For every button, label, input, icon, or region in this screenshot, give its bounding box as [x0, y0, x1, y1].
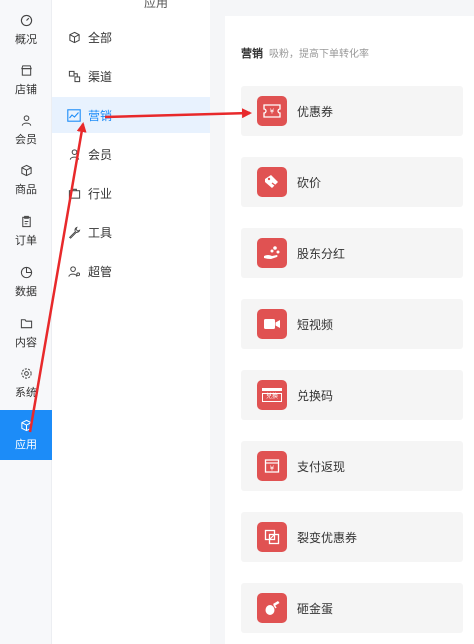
app-card-redeem-code[interactable]: 兑换 兑换码: [241, 370, 463, 420]
rail-item-label: 内容: [15, 337, 37, 349]
rail-item-overview[interactable]: 概况: [0, 5, 52, 55]
app-card-label: 股东分红: [297, 246, 346, 261]
app-card-shareholder-dividend[interactable]: 股东分红: [241, 228, 463, 278]
app-card-coupon[interactable]: ¥ 优惠券: [241, 86, 463, 136]
submenu-item-label: 会员: [88, 147, 113, 162]
app-card-golden-egg[interactable]: 砸金蛋: [241, 583, 463, 633]
rail-item-label: 系统: [15, 387, 37, 399]
store-icon: [19, 63, 33, 77]
submenu-item-label: 营销: [88, 108, 113, 123]
rail-item-products[interactable]: 商品: [0, 155, 52, 205]
redeem-code-badge: 兑换: [262, 393, 282, 402]
submenu-item-label: 行业: [88, 186, 113, 201]
submenu-item-industry[interactable]: 行业: [52, 175, 210, 211]
submenu-item-super-admin[interactable]: 超管: [52, 253, 210, 289]
submenu-title: 应用: [143, 0, 168, 10]
rail-item-label: 会员: [15, 134, 37, 146]
user-icon: [67, 147, 81, 161]
submenu-item-label: 渠道: [88, 69, 113, 84]
video-icon: [257, 309, 287, 339]
submenu-item-label: 超管: [88, 264, 113, 279]
rail-item-label: 应用: [15, 439, 37, 451]
app-card-payment-cashback[interactable]: ¥ 支付返现: [241, 441, 463, 491]
redeem-code-strip: [262, 388, 282, 391]
dashboard-icon: [19, 13, 33, 27]
golden-egg-icon: [257, 593, 287, 623]
rail-item-apps[interactable]: 应用: [0, 410, 52, 460]
cube-icon: [19, 418, 33, 432]
admin-icon: [67, 264, 81, 278]
briefcase-icon: [67, 186, 81, 200]
app-card-label: 优惠券: [297, 104, 334, 119]
svg-text:¥: ¥: [270, 108, 275, 116]
app-card-label: 兑换码: [297, 388, 334, 403]
submenu-item-label: 全部: [88, 30, 113, 45]
wrench-icon: [67, 225, 81, 239]
fission-coupon-icon: [257, 522, 287, 552]
submenu-item-member[interactable]: 会员: [52, 136, 210, 172]
submenu-item-label: 工具: [88, 225, 113, 240]
rail-item-label: 数据: [15, 286, 37, 298]
clipboard-icon: [19, 214, 33, 228]
primary-nav-rail: 概况 店铺 会员 商品 订单 数据 内容 系统 应用: [0, 0, 52, 644]
channel-icon: [67, 69, 81, 83]
submenu-item-tools[interactable]: 工具: [52, 214, 210, 250]
rail-item-orders[interactable]: 订单: [0, 206, 52, 256]
app-card-label: 短视频: [297, 317, 334, 332]
marketing-apps-panel: 营销 吸粉，提高下单转化率 ¥ 优惠券 砍价 股东分红 短视频 兑换 兑换码 ¥…: [225, 16, 474, 644]
coupon-icon: ¥: [257, 96, 287, 126]
section-header: 营销 吸粉，提高下单转化率: [241, 45, 369, 61]
app-card-label: 砸金蛋: [297, 601, 334, 616]
app-card-bargain[interactable]: 砍价: [241, 157, 463, 207]
app-card-fission-coupon[interactable]: 裂变优惠券: [241, 512, 463, 562]
rail-item-label: 店铺: [15, 84, 37, 96]
rail-item-content[interactable]: 内容: [0, 308, 52, 358]
app-card-label: 支付返现: [297, 459, 346, 474]
submenu-item-marketing[interactable]: 营销: [52, 97, 210, 133]
price-cut-icon: [257, 167, 287, 197]
rail-item-system[interactable]: 系统: [0, 358, 52, 408]
cashback-icon: ¥: [257, 451, 287, 481]
svg-text:¥: ¥: [270, 465, 275, 473]
submenu-item-channel[interactable]: 渠道: [52, 58, 210, 94]
submenu-item-all[interactable]: 全部: [52, 19, 210, 55]
rail-item-store[interactable]: 店铺: [0, 55, 52, 105]
section-subtitle: 吸粉，提高下单转化率: [269, 49, 369, 60]
dividend-icon: [257, 238, 287, 268]
rail-item-label: 商品: [15, 184, 37, 196]
section-title: 营销: [241, 48, 263, 60]
secondary-nav: 应用 全部 渠道 营销 会员 行业 工具 超管: [52, 0, 210, 644]
trend-icon: [67, 108, 81, 122]
rail-item-label: 概况: [15, 34, 37, 46]
gear-icon: [19, 366, 33, 380]
user-icon: [19, 113, 33, 127]
pie-chart-icon: [19, 265, 33, 279]
rail-item-label: 订单: [15, 235, 37, 247]
app-card-label: 砍价: [297, 175, 322, 190]
folder-icon: [19, 316, 33, 330]
redeem-code-icon: 兑换: [257, 380, 287, 410]
box-icon: [19, 163, 33, 177]
rail-item-data[interactable]: 数据: [0, 257, 52, 307]
app-card-label: 裂变优惠券: [297, 530, 358, 545]
app-card-short-video[interactable]: 短视频: [241, 299, 463, 349]
rail-item-member[interactable]: 会员: [0, 105, 52, 155]
cube-icon: [67, 30, 81, 44]
